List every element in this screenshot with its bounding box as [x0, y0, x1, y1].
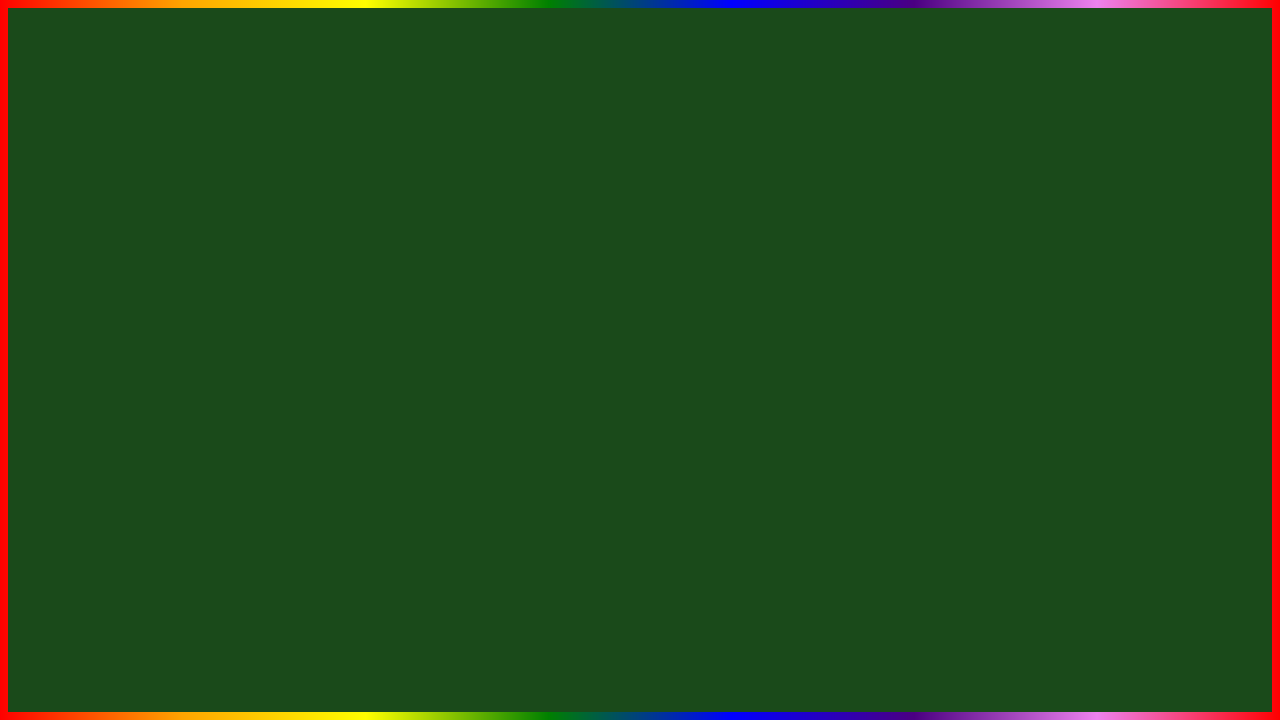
skill-name-3: Ataque pós-imagem [1062, 320, 1210, 334]
skill-name-5: Cintilação do... [1062, 362, 1227, 376]
num-35: 35 [1241, 175, 1272, 207]
lock-close-label: Lock Level [Close] [383, 276, 473, 288]
agilidade-label: Agilidade [215, 687, 252, 697]
accept-quest-checkbox[interactable] [367, 385, 379, 397]
lock-kick-label: Lock Level [Kick] [383, 260, 466, 272]
castle-raid-row: Auto Castle Raid [100, 364, 345, 380]
active-haki-row: Active Observation Haki [367, 188, 619, 204]
auto-train-delay-input[interactable] [100, 477, 345, 495]
exp-bar: Earned 98747 Exp. (+Blox Fruit) [535, 10, 745, 31]
lock-kick-checkbox[interactable] [367, 260, 379, 272]
castle-raid-label: Auto Castle Raid [116, 366, 199, 378]
skill-mastery-2: Maes. 5[ [X [1216, 300, 1272, 312]
auto-label: Au... [116, 129, 139, 141]
citizen-quest-label: Auto Citizen Quest [116, 382, 208, 394]
skill-name-4: Transformação [1062, 341, 1210, 355]
elite-hunter-label: Auto Elite Hunter [116, 398, 199, 410]
bring-mob-label: Bring Mob [383, 158, 433, 170]
tab-main[interactable]: Main [92, 100, 133, 120]
up-135: UP! (135) [1204, 215, 1265, 231]
ken-status-label: Ken Status: [100, 422, 157, 434]
mob-aura-label: Mob Aura [116, 350, 163, 362]
warning-icon[interactable]: !! [8, 590, 48, 630]
elite-hunter-row: Auto Elite Hunter [100, 396, 345, 412]
divider-2 [100, 318, 345, 319]
auto-train-rejoin-label: Auto Train Observation + Rejoin [116, 499, 272, 511]
auto-train-rejoin-checkbox[interactable] [100, 499, 112, 511]
health-label: Health % [100, 254, 145, 266]
auto-train-rejoin-row: Auto Train Observation + Rejoin [100, 497, 345, 513]
elite-hunter-checkbox[interactable] [100, 398, 112, 410]
left-num-4: 2595 [8, 385, 53, 408]
auto-train-obs-row: Auto Train Observation [100, 447, 345, 463]
auto-train-obs-checkbox[interactable] [100, 449, 112, 461]
ken-status-value: 😊 [161, 421, 176, 435]
active-buso-row: Active Buso [367, 172, 619, 188]
exp-none: Exp. (+None) [1188, 115, 1265, 130]
check-circle: ✓ [460, 230, 590, 360]
auto-checkbox[interactable] [100, 129, 112, 141]
anti-reset-banner: ANTI-RESET [400, 533, 1050, 600]
auto-killing-boss-checkbox[interactable] [367, 369, 379, 381]
castle-raid-checkbox[interactable] [100, 366, 112, 378]
left-icons: 👤 🏠 [8, 300, 40, 372]
skills-panel: Revólver de dedo Maes. [Z Chute Espiral … [1062, 275, 1272, 380]
skill-item: Transformação Maes. 30[ [V [1062, 338, 1272, 359]
active-buso-label: Active Buso [383, 174, 441, 186]
hp-value: 12595/12595 [17, 679, 99, 695]
divider-3 [100, 416, 345, 417]
health-progress-fill [100, 268, 137, 276]
auto-train-delay-label: Auto Train Observation Delay [100, 463, 345, 475]
electron-label: ELECTRON [644, 367, 1040, 447]
other-header: Other [100, 323, 345, 344]
auto-killing-checkbox[interactable] [367, 353, 379, 365]
leopardo-text: LEOPARDO [1163, 245, 1272, 266]
anti-reset-text: ANTI-RESET [539, 530, 911, 603]
skill-name-2: Chute Espiral [1062, 299, 1216, 313]
mastery-for-select[interactable]: Blox Fruit Sword Gun Melee [100, 292, 345, 312]
mob-aura-checkbox[interactable] [100, 350, 112, 362]
bring-mob-row: Bring Mob [367, 156, 619, 172]
citizen-quest-row: Auto Citizen Quest [100, 380, 345, 396]
cluida-text: CLUIDA!> [1190, 60, 1265, 78]
ken-status-row: Ken Status: 😊 [100, 421, 345, 435]
weapon-type-select[interactable]: Melee Sword Gun [367, 134, 619, 154]
hp-display: 12595/12595 [8, 674, 108, 700]
active-haki-label: Active Observation Haki [383, 190, 500, 202]
level-cap-label: Level Cap [367, 224, 619, 236]
skill-mastery-5: Maes. 20 [1227, 363, 1272, 375]
skill-mastery-1: Maes. [Z [1229, 279, 1272, 291]
exp-text: Earned 98747 Exp. (+Blox Fruit) [547, 13, 733, 28]
funcionando-text: FUNCIONANDO!! [380, 40, 1060, 112]
num-4700: 4700 [1200, 90, 1240, 111]
check-symbol: ✓ [496, 260, 555, 330]
skill-name-1: Revólver de dedo [1062, 278, 1229, 292]
skill-item: Chute Espiral Maes. 5[ [X [1062, 296, 1272, 317]
home-icon[interactable]: 🏠 [8, 340, 40, 372]
person-icon[interactable]: 👤 [8, 300, 40, 332]
bypass-tp-row: Bypass TP (will kill ur self) [367, 204, 619, 220]
bypass-tp-label: Bypass TP (will kill ur self) [383, 206, 510, 218]
delay-label: Delay: 120sec [100, 435, 345, 447]
up-134: UP! (134) [1204, 140, 1265, 156]
skill-mastery-3: Maes. 10[ [C [1210, 321, 1272, 333]
main-title-area: FUNCIONANDO!! [380, 40, 1060, 112]
citizen-quest-checkbox[interactable] [100, 382, 112, 394]
weapon-type-label: Weapon Type [367, 120, 619, 132]
auto-train-obs-label: Auto Train Observation [116, 449, 229, 461]
mastery-farm-checkbox[interactable] [100, 240, 112, 252]
skill-item: Revólver de dedo Maes. [Z [1062, 275, 1272, 296]
lock-close-checkbox[interactable] [367, 276, 379, 288]
mob-aura-row: Mob Aura [100, 348, 345, 364]
platform [704, 630, 1050, 660]
bf-text: Blox Fruit) [1200, 35, 1265, 50]
skill-mastery-4: Maes. 30[ [V [1210, 342, 1272, 354]
skill-item: Ataque pós-imagem Maes. 10[ [C [1062, 317, 1272, 338]
skill-item: Cintilação do... Maes. 20 [1062, 359, 1272, 380]
